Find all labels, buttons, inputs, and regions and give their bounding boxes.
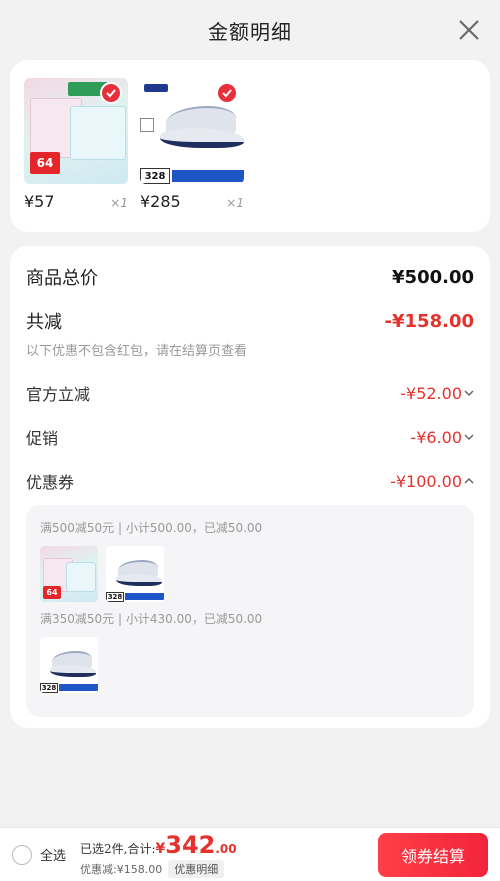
- product-meta: ¥57 ×1: [24, 192, 128, 211]
- header: 金额明细: [0, 0, 500, 60]
- price-tag: 328: [140, 168, 170, 184]
- mini-product-shoe: 328: [106, 546, 164, 602]
- product-price: ¥57: [24, 192, 55, 211]
- checkmark-icon[interactable]: [216, 82, 238, 104]
- product-price: ¥285: [140, 192, 181, 211]
- page-title: 金额明细: [208, 19, 292, 44]
- total-value: ¥500.00: [392, 266, 474, 288]
- chevron-up-icon[interactable]: [464, 476, 474, 486]
- checkout-button[interactable]: 领券结算: [378, 832, 488, 877]
- discount-label: 共减: [26, 312, 62, 333]
- coupon-line: 满500减50元 | 小计500.00，已减50.00: [40, 521, 263, 535]
- discount-row-label: 促销: [26, 429, 59, 448]
- discount-row-value: -¥52.00: [400, 383, 462, 403]
- discount-row-value-wrap: -¥6.00: [410, 428, 474, 447]
- chevron-down-icon[interactable]: [464, 388, 474, 398]
- discount-row-coupon[interactable]: 优惠券 -¥100.00: [26, 469, 474, 493]
- total-row: 商品总价 ¥500.00: [26, 264, 474, 290]
- discount-summary: 优惠减:¥158.00: [80, 863, 163, 876]
- discount-total-row: 共减 -¥158.00: [26, 308, 474, 334]
- checkout-summary: 已选2件,合计: ¥ 342 .00 优惠减:¥158.00 优惠明细: [80, 831, 237, 878]
- shoe-sole: [50, 665, 96, 677]
- promo-strip: [125, 593, 164, 600]
- promo-strip: [172, 170, 244, 182]
- discount-value: -¥158.00: [384, 310, 474, 332]
- coupon-line: 满350减50元 | 小计430.00，已减50.00: [40, 612, 263, 626]
- discount-row-value: -¥6.00: [410, 427, 462, 447]
- discount-row-label: 优惠券: [26, 473, 75, 492]
- size-badge: [140, 118, 154, 132]
- currency-symbol: ¥: [155, 841, 166, 857]
- product-quantity: ×1: [226, 196, 244, 210]
- product-pack: [66, 562, 96, 592]
- discount-row-official[interactable]: 官方立减 -¥52.00: [26, 381, 474, 405]
- product-pack: [70, 106, 126, 160]
- discount-row-promotion[interactable]: 促销 -¥6.00: [26, 425, 474, 449]
- select-all-radio[interactable]: [12, 844, 32, 865]
- products-card: 64 ¥57 ×1 328 ¥285 ×1: [10, 60, 490, 232]
- promo-strip: [59, 684, 98, 691]
- discount-row-value-wrap: -¥52.00: [400, 384, 474, 403]
- product-quantity: ×1: [110, 196, 128, 210]
- summary-discount-line: 优惠减:¥158.00 优惠明细: [80, 860, 237, 878]
- price-tag: 64: [30, 152, 60, 174]
- summary-total-line: 已选2件,合计: ¥ 342 .00: [80, 831, 237, 859]
- discount-detail-button[interactable]: 优惠明细: [168, 860, 225, 878]
- mini-product-shoe: 328: [40, 637, 98, 693]
- discount-note: 以下优惠不包含红包，请在结算页查看: [26, 344, 248, 359]
- checkout-total-decimal: .00: [215, 842, 237, 856]
- product-item[interactable]: 328 ¥285 ×1: [140, 78, 244, 232]
- discount-row-value: -¥100.00: [390, 471, 462, 491]
- selected-count-label: 已选2件,合计:: [80, 842, 156, 856]
- select-all-label[interactable]: 全选: [40, 845, 66, 864]
- discount-row-label: 官方立减: [26, 385, 91, 404]
- product-meta: ¥285 ×1: [140, 192, 244, 211]
- brand-logo: [144, 84, 168, 92]
- discount-row-value-wrap: -¥100.00: [390, 472, 474, 491]
- checkout-total-integer: 342: [165, 831, 216, 859]
- price-detail-card: 商品总价 ¥500.00 共减 -¥158.00 以下优惠不包含红包，请在结算页…: [10, 246, 490, 728]
- coupon-detail-box: 满500减50元 | 小计500.00，已减50.00 64 328 满350减…: [26, 505, 474, 717]
- checkmark-icon[interactable]: [100, 82, 122, 104]
- mini-product-wipes: 64: [40, 546, 98, 602]
- chevron-down-icon[interactable]: [464, 432, 474, 442]
- price-tag: 328: [106, 592, 124, 602]
- shoe-sole: [116, 574, 162, 586]
- close-icon[interactable]: [458, 19, 480, 41]
- price-tag: 328: [40, 683, 58, 693]
- coupon-products: 328: [40, 637, 460, 693]
- coupon-products: 64 328: [40, 546, 460, 602]
- product-item[interactable]: 64 ¥57 ×1: [24, 78, 128, 232]
- price-tag: 64: [43, 586, 61, 599]
- checkout-bar: 全选 已选2件,合计: ¥ 342 .00 优惠减:¥158.00 优惠明细 领…: [0, 827, 500, 881]
- total-label: 商品总价: [26, 268, 98, 289]
